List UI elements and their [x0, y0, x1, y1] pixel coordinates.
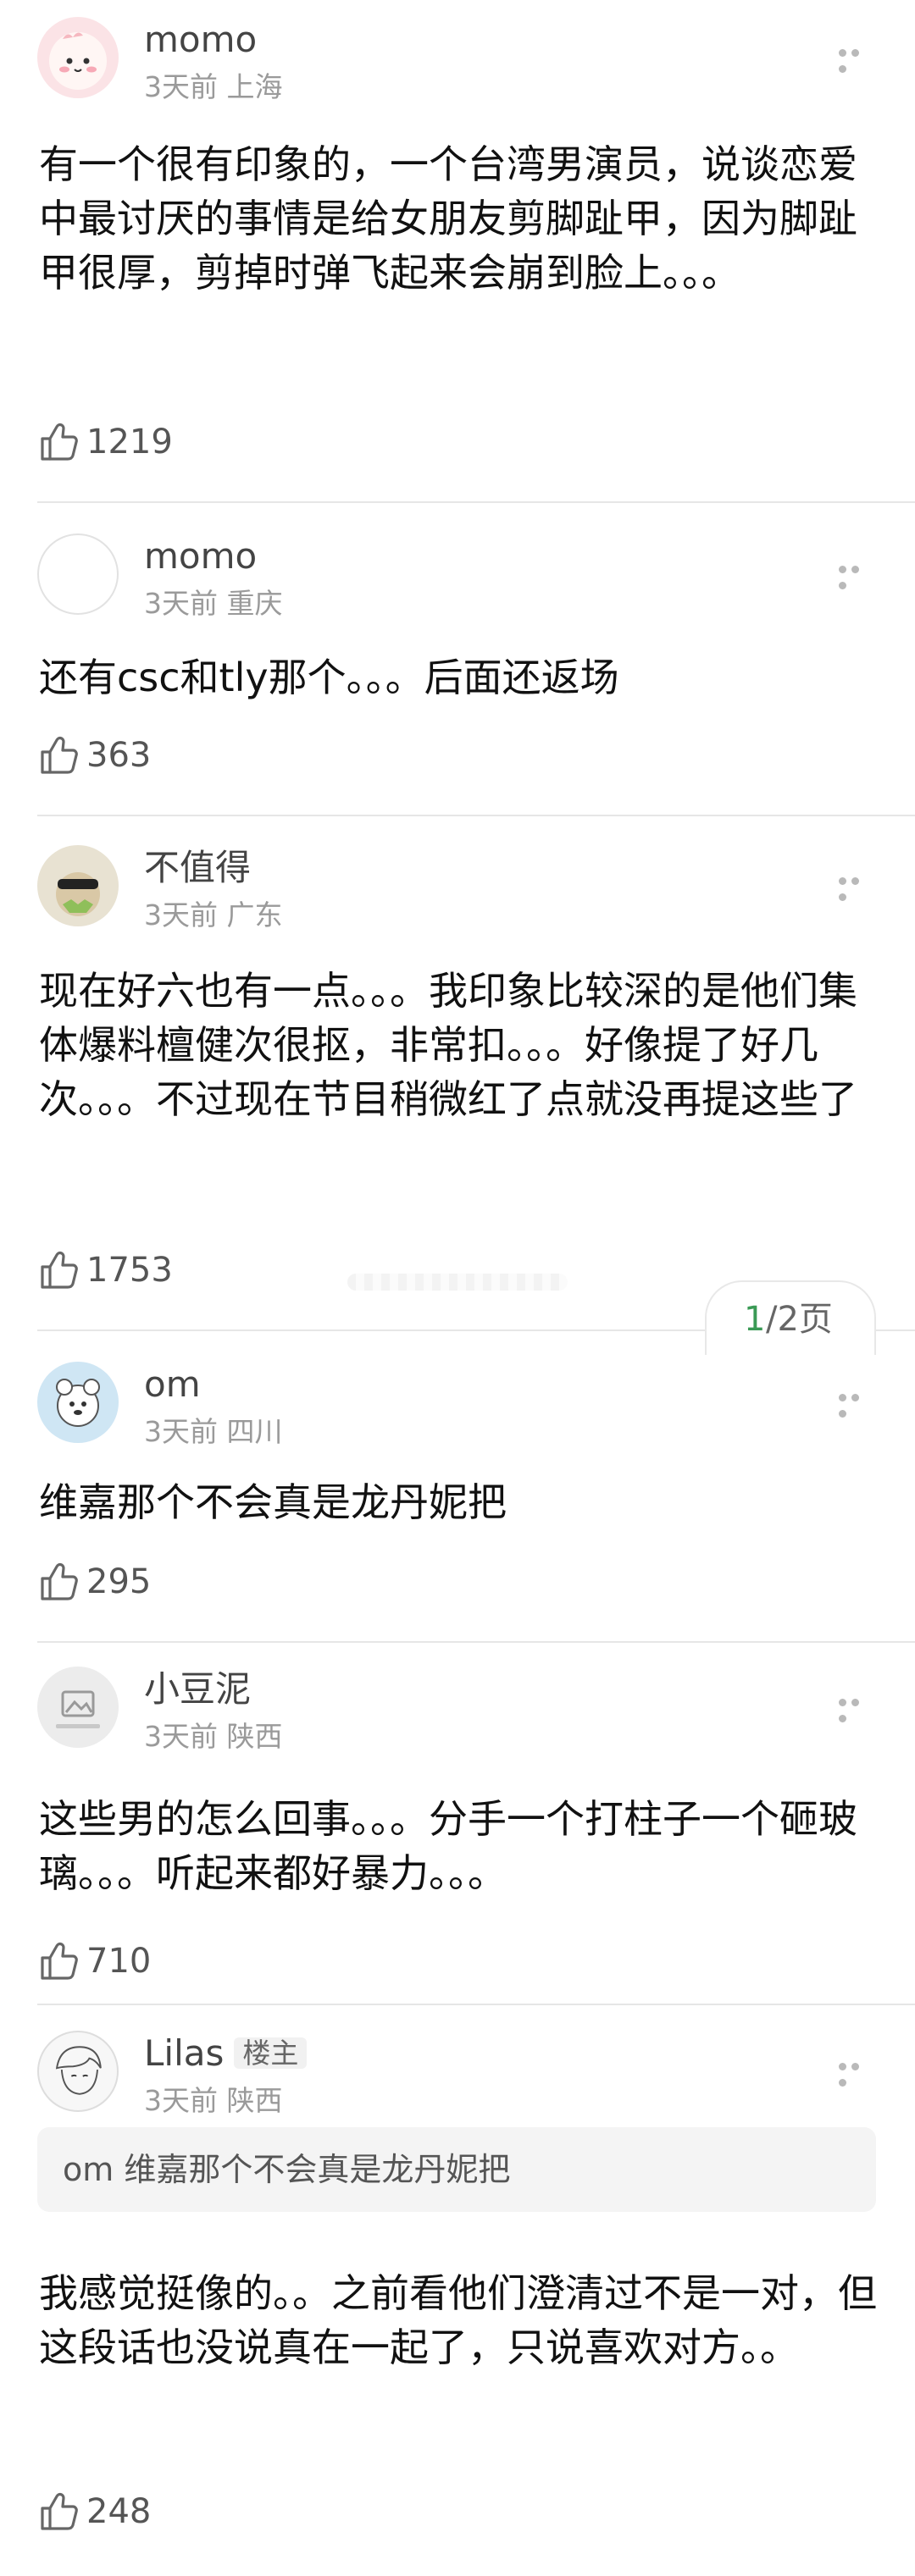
user-avatar[interactable]: [37, 1362, 119, 1443]
user-avatar[interactable]: [37, 1667, 119, 1748]
like-count: 1219: [86, 423, 173, 462]
more-options-icon[interactable]: [839, 872, 876, 901]
comment-text: 维嘉那个不会真是龙丹妮把: [39, 1479, 507, 1525]
comment-item: momo 3天前 上海 有一个很有印象的，一个台湾男演员，说谈恋爱中最讨厌的事情…: [0, 0, 915, 505]
user-avatar[interactable]: [37, 845, 119, 926]
comment-item: 小豆泥 3天前 陕西 这些男的怎么回事。。。分手一个打柱子一个砸玻璃。。。听起来…: [0, 1650, 915, 2005]
divider: [37, 2004, 915, 2005]
quoted-text: om 维嘉那个不会真是龙丹妮把: [63, 2151, 511, 2188]
comment-text: 这些男的怎么回事。。。分手一个打柱子一个砸玻璃。。。听起来都好暴力。。。: [39, 1796, 857, 1896]
comment-item: 不值得 3天前 广东 现在好六也有一点。。。我印象比较深的是他们集体爆料檀健次很…: [0, 828, 915, 1336]
divider: [37, 815, 915, 816]
thumbs-up-icon: [41, 736, 78, 774]
comment-text: 还有csc和tly那个。。。后面还返场: [39, 655, 619, 700]
comment-time-location: 3天前 广东: [144, 898, 283, 931]
more-options-icon[interactable]: [839, 44, 876, 73]
user-avatar[interactable]: [37, 17, 119, 98]
op-badge: 楼主: [234, 2037, 308, 2069]
thumbs-up-icon: [41, 423, 78, 461]
like-count: 710: [86, 1942, 152, 1981]
username[interactable]: momo: [144, 539, 257, 574]
username-text: Lilas: [144, 2032, 225, 2074]
more-options-icon[interactable]: [839, 2058, 876, 2087]
divider: [37, 501, 915, 503]
comment-text: 有一个很有印象的，一个台湾男演员，说谈恋爱中最讨厌的事情是给女朋友剪脚趾甲，因为…: [39, 141, 857, 296]
more-options-icon[interactable]: [839, 1389, 876, 1418]
comment-time-location: 3天前 重庆: [144, 587, 283, 620]
like-count: 363: [86, 736, 152, 775]
username[interactable]: 小豆泥: [144, 1672, 251, 1707]
username[interactable]: Lilas 楼主: [144, 2036, 308, 2071]
comment-text: 现在好六也有一点。。。我印象比较深的是他们集体爆料檀健次很抠，非常扣。。。好像提…: [39, 968, 857, 1122]
comment-time-location: 3天前 四川: [144, 1415, 283, 1448]
like-count: 248: [86, 2492, 152, 2531]
thumbs-up-icon: [41, 1562, 78, 1600]
like-count: 295: [86, 1562, 152, 1601]
current-page: 1: [744, 1300, 766, 1339]
thumbs-up-icon: [41, 2492, 78, 2530]
comment-time-location: 3天前 陕西: [144, 2084, 283, 2117]
thumbs-up-icon: [41, 1942, 78, 1980]
comment-time-location: 3天前 陕西: [144, 1720, 283, 1753]
comment-item: Lilas 楼主 3天前 陕西 om 维嘉那个不会真是龙丹妮把 我感觉挺像的。。之…: [0, 2014, 915, 2576]
comment-text: 我感觉挺像的。。之前看他们澄清过不是一对，但这段话也没说真在一起了，只说喜欢对方…: [39, 2270, 877, 2370]
total-pages: /2页: [766, 1300, 833, 1339]
comment-item: momo 3天前 重庆 还有csc和tly那个。。。后面还返场 363: [0, 517, 915, 821]
comment-item: om 3天前 四川 维嘉那个不会真是龙丹妮把 295: [0, 1345, 915, 1643]
username[interactable]: 不值得: [144, 850, 251, 886]
username[interactable]: om: [144, 1367, 201, 1402]
more-options-icon[interactable]: [839, 1694, 876, 1722]
like-count: 1753: [86, 1251, 173, 1290]
comment-time-location: 3天前 上海: [144, 70, 283, 103]
divider: [37, 1641, 915, 1643]
more-options-icon[interactable]: [839, 561, 876, 589]
thumbs-up-icon: [41, 1251, 78, 1289]
user-avatar[interactable]: [37, 2031, 119, 2112]
page-indicator[interactable]: 1 /2页: [705, 1280, 876, 1355]
loading-shimmer: [347, 1274, 568, 1291]
quoted-reply[interactable]: om 维嘉那个不会真是龙丹妮把: [37, 2127, 876, 2212]
user-avatar[interactable]: [37, 533, 119, 615]
username[interactable]: momo: [144, 22, 257, 58]
